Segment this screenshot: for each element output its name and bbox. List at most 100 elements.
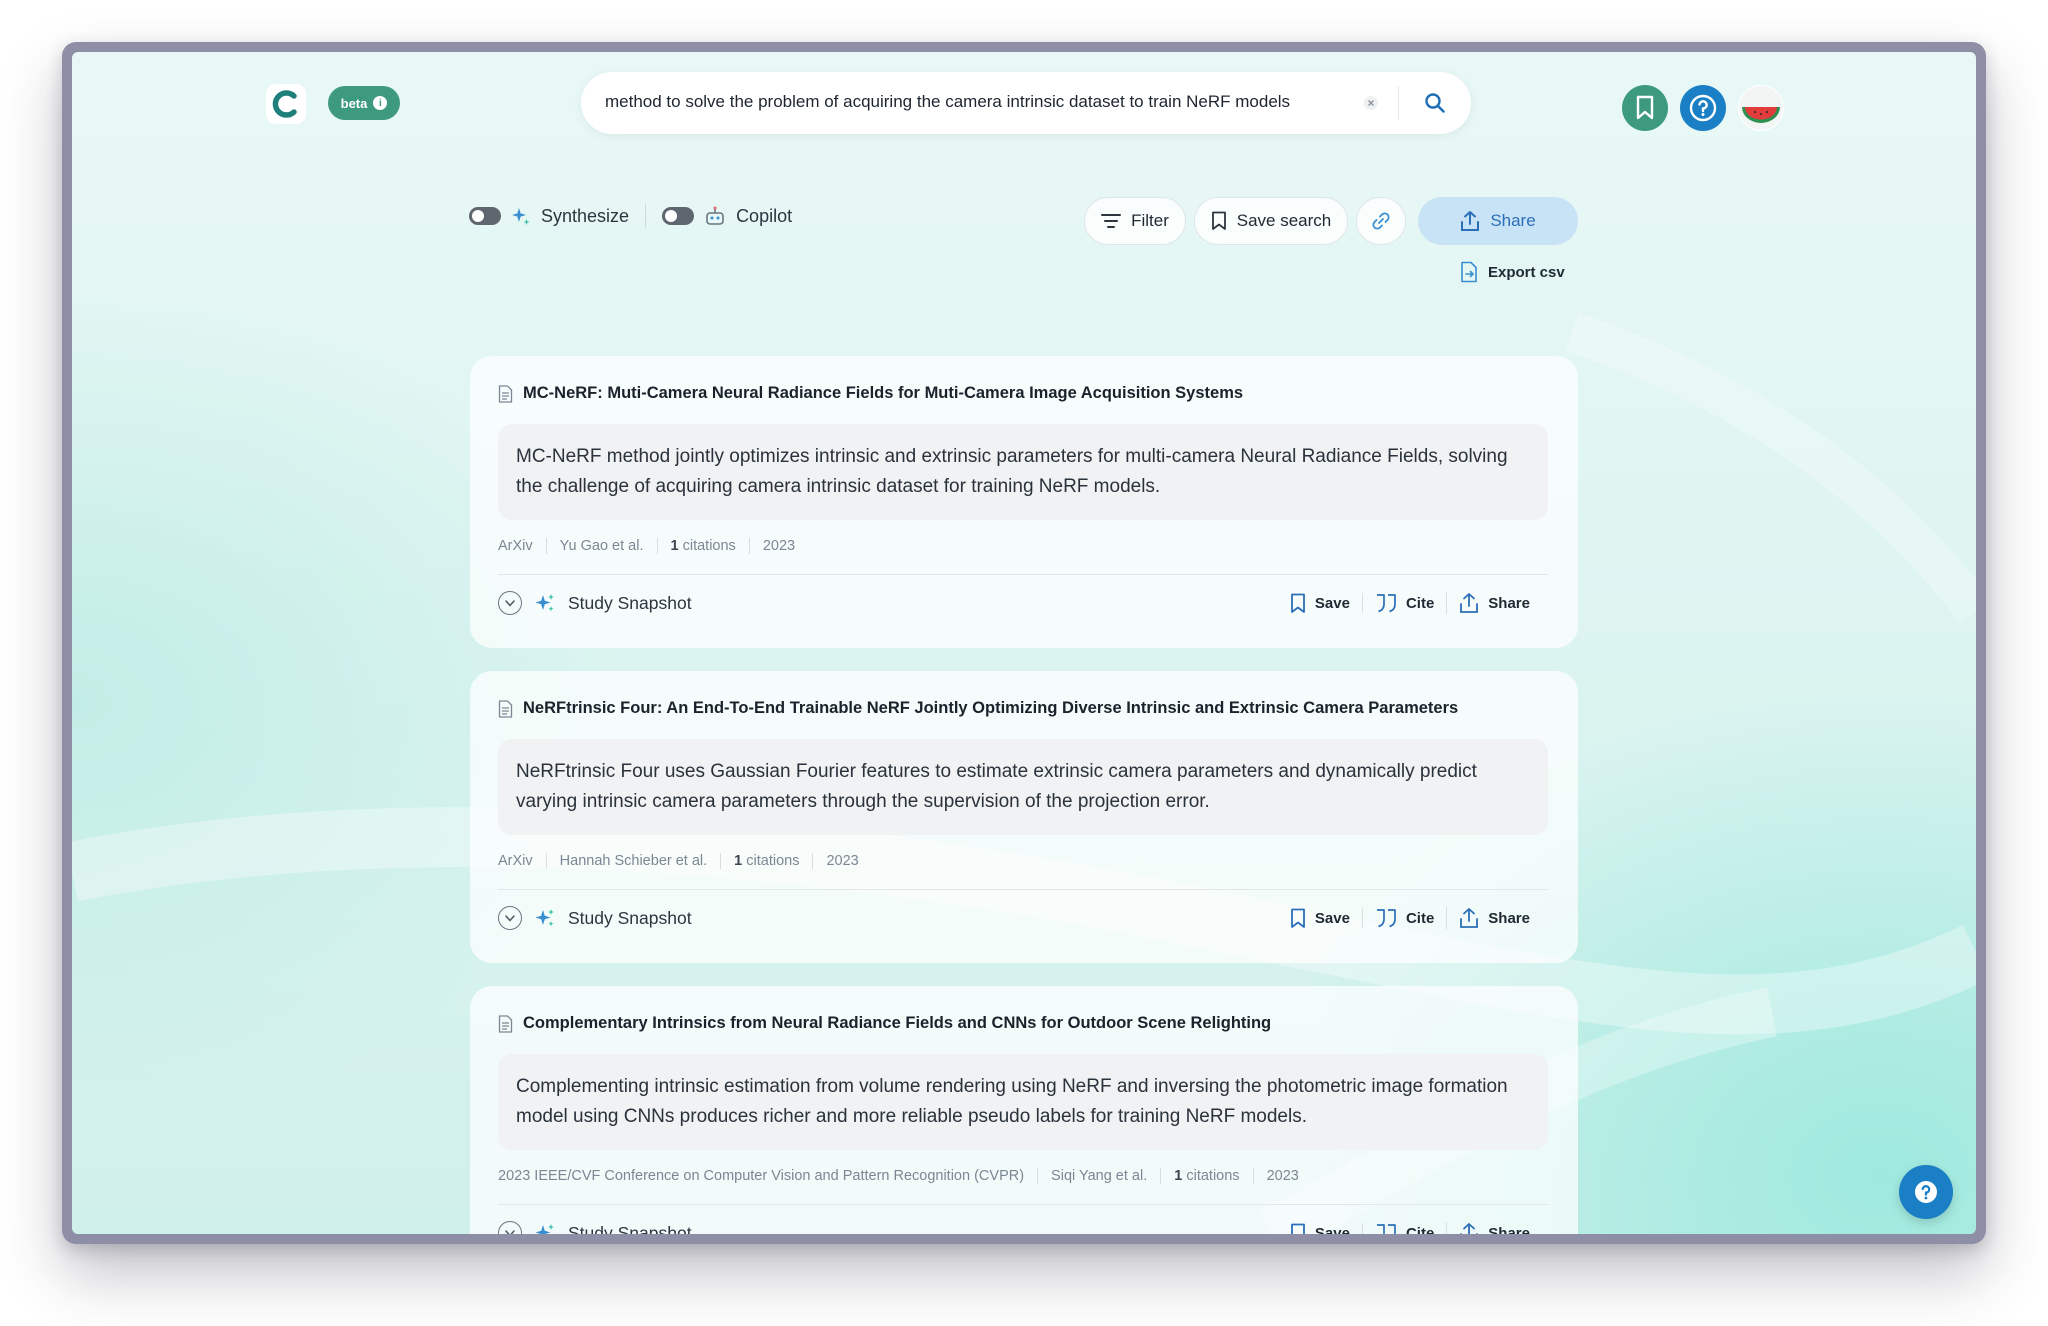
sparkle-icon <box>512 208 530 225</box>
result-actions: Save Cite Share <box>1278 907 1542 929</box>
synthesize-toggle[interactable] <box>469 207 501 225</box>
result-authors: Yu Gao et al. <box>545 538 657 554</box>
consensus-logo[interactable] <box>264 82 308 126</box>
result-summary: Complementing intrinsic estimation from … <box>498 1054 1548 1150</box>
result-citations: 1 citations <box>720 853 812 869</box>
study-snapshot-label: Study Snapshot <box>568 1222 692 1235</box>
save-button[interactable]: Save <box>1278 908 1362 929</box>
filter-button[interactable]: Filter <box>1084 197 1186 245</box>
copilot-toggle[interactable] <box>662 207 695 225</box>
result-authors: Siqi Yang et al. <box>1037 1168 1160 1184</box>
chevron-down-icon[interactable] <box>498 906 522 930</box>
question-icon <box>1915 1181 1937 1203</box>
card-divider <box>498 889 1548 890</box>
share-search-label: Share <box>1490 211 1536 230</box>
result-meta: 2023 IEEE/CVF Conference on Computer Vis… <box>498 1168 1312 1184</box>
filter-icon <box>1101 214 1122 228</box>
watermelon-avatar-icon <box>1739 86 1783 130</box>
cite-button[interactable]: Cite <box>1361 593 1446 613</box>
result-year: 2023 <box>1252 1168 1312 1184</box>
result-title-row[interactable]: MC-NeRF: Muti-Camera Neural Radiance Fie… <box>498 384 1243 403</box>
citations-count: 1 <box>670 538 679 554</box>
bookmark-outline-icon <box>1211 211 1226 230</box>
result-year: 2023 <box>812 853 871 869</box>
clear-search-button[interactable] <box>1359 91 1383 115</box>
save-label: Save <box>1314 1224 1350 1235</box>
share-label: Share <box>1488 909 1530 927</box>
synthesize-label: Synthesize <box>541 205 630 226</box>
toolbar-divider <box>645 204 647 228</box>
result-venue: ArXiv <box>498 853 533 869</box>
result-citations: 1 citations <box>1160 1168 1252 1184</box>
cite-button[interactable]: Cite <box>1361 1223 1446 1235</box>
cite-button[interactable]: Cite <box>1361 908 1446 928</box>
share-button[interactable]: Share <box>1446 1222 1542 1234</box>
study-snapshot-toggle[interactable]: Study Snapshot <box>498 1221 692 1234</box>
result-venue: 2023 IEEE/CVF Conference on Computer Vis… <box>498 1168 1025 1184</box>
sparkle-icon <box>535 594 554 612</box>
save-button[interactable]: Save <box>1278 1223 1362 1235</box>
result-meta: ArXiv Hannah Schieber et al. 1 citations… <box>498 853 872 869</box>
save-search-label: Save search <box>1236 211 1332 230</box>
search-divider <box>1398 86 1399 120</box>
result-title-row[interactable]: Complementary Intrinsics from Neural Rad… <box>498 1014 1271 1033</box>
result-meta: ArXiv Yu Gao et al. 1 citations 2023 <box>498 538 808 554</box>
result-citations: 1 citations <box>656 538 749 554</box>
result-title[interactable]: MC-NeRF: Muti-Camera Neural Radiance Fie… <box>523 384 1243 403</box>
study-snapshot-label: Study Snapshot <box>568 907 692 928</box>
result-actions: Save Cite Share <box>1278 1222 1542 1234</box>
beta-badge[interactable]: beta i <box>328 86 400 120</box>
cite-label: Cite <box>1405 1224 1435 1235</box>
help-chat-button[interactable] <box>1899 1165 1953 1219</box>
result-actions: Save Cite Share <box>1278 592 1542 614</box>
search-input[interactable]: method to solve the problem of acquiring… <box>605 92 1290 112</box>
bookmarks-button[interactable] <box>1622 85 1668 131</box>
help-button[interactable] <box>1680 85 1726 131</box>
copy-link-button[interactable] <box>1356 197 1406 245</box>
beta-label: beta <box>340 95 368 111</box>
result-card: Complementary Intrinsics from Neural Rad… <box>470 986 1578 1234</box>
result-title[interactable]: Complementary Intrinsics from Neural Rad… <box>523 1014 1271 1033</box>
chevron-down-icon[interactable] <box>498 1221 522 1234</box>
result-summary: MC-NeRF method jointly optimizes intrins… <box>498 424 1548 520</box>
cite-label: Cite <box>1405 909 1435 927</box>
filter-label: Filter <box>1131 211 1169 230</box>
user-avatar[interactable] <box>1738 85 1784 131</box>
app-screen: beta i method to solve the problem of ac… <box>72 52 1976 1234</box>
save-label: Save <box>1314 909 1350 927</box>
bookmark-icon <box>1291 593 1305 613</box>
study-snapshot-toggle[interactable]: Study Snapshot <box>498 906 692 930</box>
quote-icon <box>1376 909 1396 928</box>
result-card: MC-NeRF: Muti-Camera Neural Radiance Fie… <box>470 356 1578 648</box>
citations-count: 1 <box>734 853 743 869</box>
bookmark-icon <box>1291 908 1305 928</box>
logo-icon <box>266 84 306 124</box>
share-button[interactable]: Share <box>1446 592 1542 614</box>
upload-icon <box>1460 593 1479 613</box>
save-search-button[interactable]: Save search <box>1194 197 1348 245</box>
upload-icon <box>1461 211 1480 231</box>
share-label: Share <box>1488 594 1530 612</box>
bookmark-icon <box>1291 1223 1305 1234</box>
copilot-label: Copilot <box>736 205 793 226</box>
document-icon <box>498 384 513 403</box>
chevron-down-icon[interactable] <box>498 591 522 615</box>
quote-icon <box>1376 1224 1396 1234</box>
share-search-button[interactable]: Share <box>1418 197 1578 245</box>
upload-icon <box>1460 1223 1479 1234</box>
file-export-icon <box>1461 261 1477 283</box>
search-icon <box>1425 93 1445 113</box>
study-snapshot-label: Study Snapshot <box>568 592 692 613</box>
cite-label: Cite <box>1405 594 1435 612</box>
result-authors: Hannah Schieber et al. <box>545 853 721 869</box>
save-button[interactable]: Save <box>1278 593 1362 614</box>
document-icon <box>498 1014 513 1033</box>
result-title[interactable]: NeRFtrinsic Four: An End-To-End Trainabl… <box>523 699 1458 718</box>
search-button[interactable] <box>1421 89 1449 117</box>
sparkle-icon <box>535 909 554 927</box>
export-csv-button[interactable]: Export csv <box>1460 261 1565 283</box>
result-title-row[interactable]: NeRFtrinsic Four: An End-To-End Trainabl… <box>498 699 1458 718</box>
share-button[interactable]: Share <box>1446 907 1542 929</box>
export-csv-label: Export csv <box>1488 263 1565 281</box>
study-snapshot-toggle[interactable]: Study Snapshot <box>498 591 692 615</box>
